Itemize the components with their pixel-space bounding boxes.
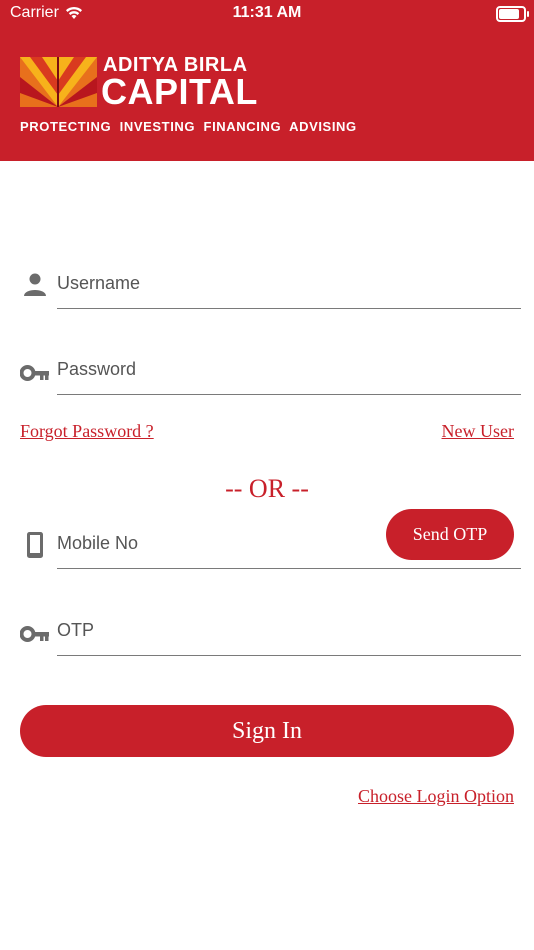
- mobile-placeholder: Mobile No: [57, 533, 139, 553]
- mobile-underline: [57, 568, 521, 569]
- mobile-phone-icon: [27, 532, 43, 558]
- forgot-password-link[interactable]: Forgot Password ?: [20, 421, 154, 442]
- choose-login-option-link[interactable]: Choose Login Option: [358, 786, 514, 807]
- or-divider: -- OR --: [225, 474, 309, 503]
- aditya-birla-logo-icon: [20, 57, 97, 107]
- battery-icon: [496, 6, 529, 22]
- username-field[interactable]: Username: [20, 259, 521, 309]
- key-icon: [20, 626, 49, 642]
- otp-placeholder: OTP: [57, 620, 95, 640]
- person-icon: [24, 273, 46, 296]
- username-underline: [57, 308, 521, 309]
- send-otp-button[interactable]: Send OTP: [386, 509, 514, 560]
- key-icon: [20, 365, 49, 381]
- password-underline: [57, 394, 521, 395]
- password-placeholder: Password: [57, 359, 137, 379]
- battery-level: [499, 9, 519, 19]
- otp-underline: [57, 655, 521, 656]
- app-header: Carrier 11:31 AM ADITYA BIRLA CAPITAL PR…: [0, 0, 534, 161]
- brand-tagline: PROTECTING INVESTING FINANCING ADVISING: [20, 119, 357, 134]
- status-bar: Carrier 11:31 AM: [0, 0, 534, 28]
- sign-in-button[interactable]: Sign In: [20, 705, 514, 757]
- brand-name-line2: CAPITAL: [101, 71, 258, 112]
- otp-field[interactable]: OTP: [20, 606, 521, 656]
- password-field[interactable]: Password: [20, 345, 521, 395]
- status-time: 11:31 AM: [232, 4, 302, 21]
- username-placeholder: Username: [57, 273, 141, 293]
- new-user-link[interactable]: New User: [442, 421, 514, 442]
